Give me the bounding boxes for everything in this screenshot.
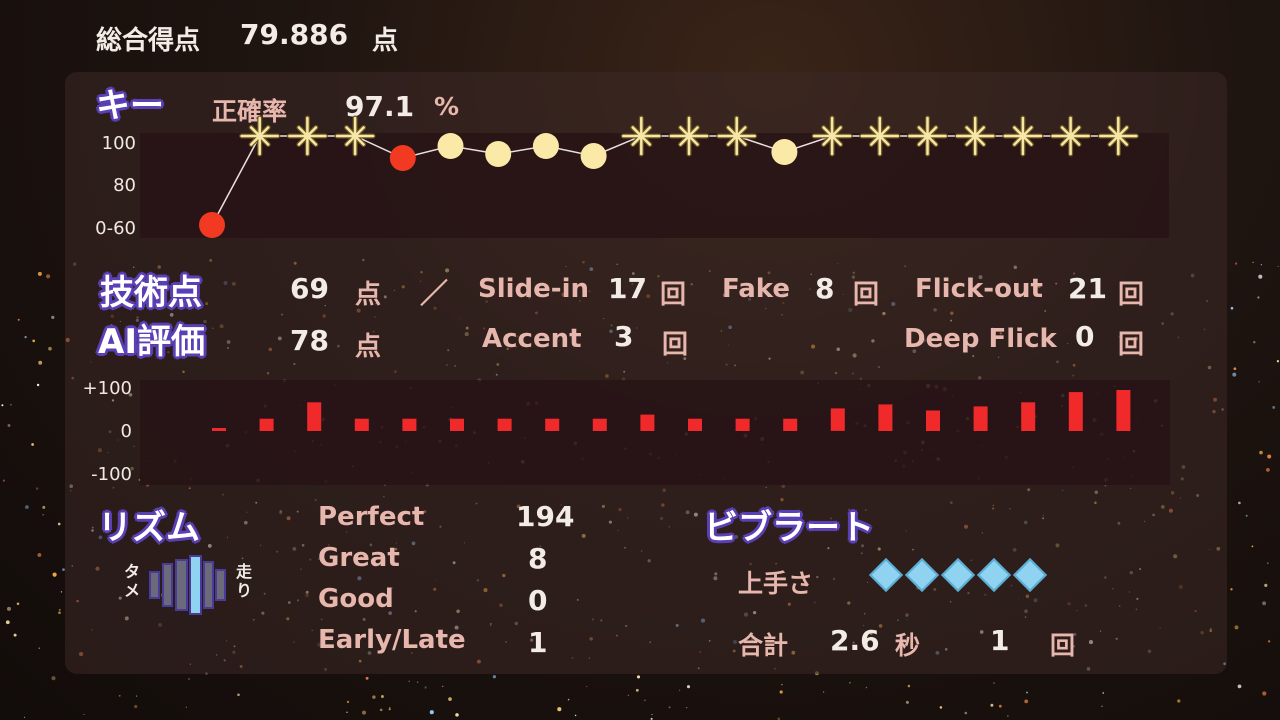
vibrato-seconds-unit: 秒 [895, 631, 921, 660]
rhythm-perfect-label: Perfect [318, 502, 425, 532]
rhythm-good-label: Good [318, 584, 394, 614]
rhythm-earlylate-label: Early/Late [318, 625, 466, 655]
vibrato-total-seconds: 2.6 [830, 624, 880, 657]
rhythm-good-value: 0 [528, 584, 548, 617]
rhythm-earlylate-value: 1 [528, 626, 548, 659]
rhythm-perfect-value: 194 [516, 500, 575, 533]
rhythm-meter-icon [149, 555, 226, 615]
vibrato-heading: ビブラート [704, 508, 874, 548]
vibrato-skill-label: 上手さ [738, 569, 814, 598]
vibrato-count-unit: 回 [1050, 631, 1076, 660]
rhythm-great-value: 8 [528, 542, 548, 575]
vibrato-total-label: 合計 [738, 631, 789, 660]
vibrato-count: 1 [990, 624, 1010, 657]
rhythm-great-label: Great [318, 543, 400, 573]
